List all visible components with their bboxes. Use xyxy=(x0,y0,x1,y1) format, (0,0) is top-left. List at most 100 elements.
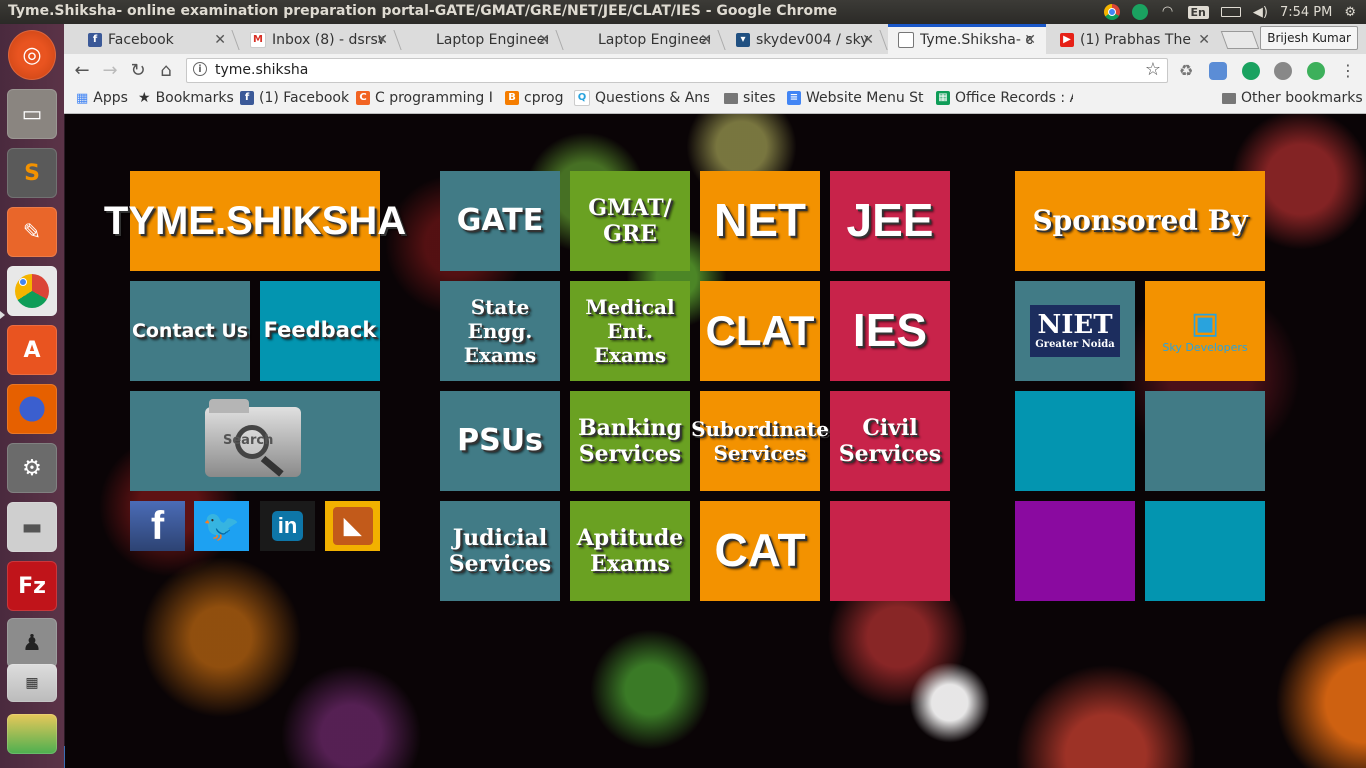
exam-tile-jee[interactable]: JEE xyxy=(830,171,950,271)
wifi-icon[interactable]: ◠ xyxy=(1160,4,1176,20)
bookmark-office-records[interactable]: ▦ Office Records : A xyxy=(936,90,1073,106)
exam-tile-state-engg-exams[interactable]: State Engg. Exams xyxy=(440,281,560,381)
sky-developers-sponsor-tile[interactable]: ▣ Sky Developers xyxy=(1145,281,1265,381)
tab-title: Inbox (8) - dsrsw xyxy=(272,32,384,48)
exam-tile-ies[interactable]: IES xyxy=(830,281,950,381)
exam-tile-empty[interactable] xyxy=(830,501,950,601)
menu-icon[interactable]: ⋮ xyxy=(1336,59,1360,83)
sponsor-slot-tile[interactable] xyxy=(1015,501,1135,601)
bookmark-sites[interactable]: sites xyxy=(724,90,776,106)
chrome-icon[interactable] xyxy=(7,266,57,316)
disk-drive-icon[interactable]: ▬ xyxy=(7,502,57,552)
bookmark-cprog[interactable]: Bcprog xyxy=(505,90,563,106)
settings-gear-icon[interactable]: ⚙ xyxy=(1344,5,1356,20)
keyboard-language-indicator[interactable]: En xyxy=(1187,5,1209,19)
bookmark-bookmarks[interactable]: ★ Bookmarks xyxy=(138,90,234,106)
site-info-icon[interactable]: i xyxy=(193,62,207,76)
address-bar[interactable]: i tyme.shiksha ☆ xyxy=(186,58,1168,83)
exam-tile-medical-ent-exams[interactable]: Medical Ent. Exams xyxy=(570,281,690,381)
close-icon[interactable]: ✕ xyxy=(1198,32,1210,48)
close-icon[interactable]: ✕ xyxy=(700,32,712,48)
calendar-stack-icon[interactable]: ▦ xyxy=(7,664,57,702)
hangouts-extension-icon[interactable] xyxy=(1242,62,1260,80)
exam-tile-aptitude-exams[interactable]: Aptitude Exams xyxy=(570,501,690,601)
exam-tile-clat[interactable]: CLAT xyxy=(700,281,820,381)
sponsor-slot-tile[interactable] xyxy=(1015,391,1135,491)
tab-facebook[interactable]: f Facebook ✕ xyxy=(78,26,240,54)
firefox-icon[interactable] xyxy=(7,384,57,434)
close-icon[interactable]: ✕ xyxy=(538,32,550,48)
feedback-tile[interactable]: Feedback xyxy=(260,281,380,381)
page-icon xyxy=(898,32,914,48)
new-tab-button[interactable] xyxy=(1220,31,1260,49)
screenshot-extension-icon[interactable] xyxy=(1209,62,1227,80)
exam-tile-psus[interactable]: PSUs xyxy=(440,391,560,491)
sublime-text-icon[interactable]: S xyxy=(7,148,57,198)
bookmark-questions[interactable]: QQuestions & Answ xyxy=(574,90,709,106)
back-arrow-icon[interactable]: ← xyxy=(70,59,94,83)
bitbucket-icon: ▾ xyxy=(736,33,750,47)
search-folder-icon: Search xyxy=(205,399,305,483)
forward-arrow-icon[interactable]: → xyxy=(98,59,122,83)
recycle-extension-icon[interactable]: ♻ xyxy=(1177,62,1195,80)
blogger-icon: B xyxy=(505,91,519,105)
exam-tile-civil-services[interactable]: Civil Services xyxy=(830,391,950,491)
files-icon[interactable]: ▭ xyxy=(7,89,57,139)
close-icon[interactable]: ✕ xyxy=(862,32,874,48)
reload-icon[interactable]: ↻ xyxy=(126,59,150,83)
battery-icon[interactable] xyxy=(1220,7,1241,17)
bookmark-apps[interactable]: ▦ Apps xyxy=(76,90,128,106)
site-logo[interactable]: TYME.SHIKSHA xyxy=(104,171,406,271)
sponsor-slot-tile[interactable] xyxy=(1145,391,1265,491)
tab-inbox[interactable]: M Inbox (8) - dsrsw ✕ xyxy=(240,26,402,54)
exam-tile-net[interactable]: NET xyxy=(700,171,820,271)
filezilla-icon[interactable]: Fz xyxy=(7,561,57,611)
linkedin-social-icon[interactable]: in xyxy=(260,501,315,551)
tab-tyme-shiksha[interactable]: Tyme.Shiksha- o ✕ xyxy=(888,24,1046,54)
exam-tile-banking-services[interactable]: Banking Services xyxy=(570,391,690,491)
exam-tile-gmat-gre[interactable]: GMAT/GRE xyxy=(570,171,690,271)
close-icon[interactable]: ✕ xyxy=(376,32,388,48)
home-icon[interactable]: ⌂ xyxy=(154,59,178,83)
app-stack-icon[interactable] xyxy=(7,714,57,754)
niet-sponsor-tile[interactable]: NIET Greater Noida xyxy=(1015,281,1135,381)
clock[interactable]: 7:54 PM xyxy=(1280,5,1332,20)
facebook-social-icon[interactable]: f xyxy=(130,501,185,551)
ubuntu-dash-icon[interactable]: ◎ xyxy=(8,30,56,80)
twitter-social-icon[interactable]: 🐦 xyxy=(194,501,249,551)
tab-laptop-engineer-1[interactable]: Laptop Engineer ✕ xyxy=(402,26,564,54)
exam-tile-gate[interactable]: GATE xyxy=(440,171,560,271)
profile-button[interactable]: Brijesh Kumar xyxy=(1260,26,1358,50)
search-tile[interactable]: Search xyxy=(130,391,380,491)
volume-icon[interactable]: ◀) xyxy=(1253,5,1268,20)
bookmark-star-icon[interactable]: ☆ xyxy=(1145,59,1161,80)
exam-tile-cat[interactable]: CAT xyxy=(700,501,820,601)
sponsor-slot-tile[interactable] xyxy=(1145,501,1265,601)
chrome-tray-icon[interactable] xyxy=(1103,4,1120,20)
tab-laptop-engineer-2[interactable]: Laptop Engineer ✕ xyxy=(564,26,726,54)
bookmark-c-programming[interactable]: CC programming In xyxy=(356,90,493,106)
tab-skydev[interactable]: ▾ skydev004 / sky ✕ xyxy=(726,26,888,54)
close-icon[interactable]: ✕ xyxy=(214,32,226,48)
chess-icon[interactable]: ♟ xyxy=(7,618,57,668)
system-settings-icon[interactable]: ⚙ xyxy=(7,443,57,493)
bookmark-website-menu[interactable]: ≡ Website Menu Str xyxy=(787,90,924,106)
star-icon: ★ xyxy=(138,90,151,106)
bookmark-facebook[interactable]: f (1) Facebook xyxy=(240,90,349,106)
exam-tile-judicial-services[interactable]: Judicial Services xyxy=(440,501,560,601)
contact-us-tile[interactable]: Contact Us xyxy=(130,281,250,381)
chat-extension-icon[interactable] xyxy=(1307,62,1325,80)
exam-tile-subordinate-services[interactable]: Subordinate Services xyxy=(691,391,829,491)
youtube-icon: ▶ xyxy=(1060,33,1074,47)
software-center-icon[interactable]: A xyxy=(7,325,57,375)
hangouts-tray-icon[interactable] xyxy=(1131,4,1148,20)
tab-youtube[interactable]: ▶ (1) Prabhas The ✕ xyxy=(1050,26,1220,54)
inkscape-icon[interactable]: ✎ xyxy=(7,207,57,257)
url-text[interactable]: tyme.shiksha xyxy=(215,62,308,78)
exam-tile-label: GATE xyxy=(456,203,544,238)
toolbar: ← → ↻ ⌂ i tyme.shiksha ☆ ♻ ⋮ xyxy=(64,54,1366,87)
rss-social-icon[interactable]: ◣ xyxy=(325,501,380,551)
cloud-extension-icon[interactable] xyxy=(1274,62,1292,80)
bookmark-other[interactable]: Other bookmarks xyxy=(1222,90,1363,106)
close-icon[interactable]: ✕ xyxy=(1024,32,1036,48)
